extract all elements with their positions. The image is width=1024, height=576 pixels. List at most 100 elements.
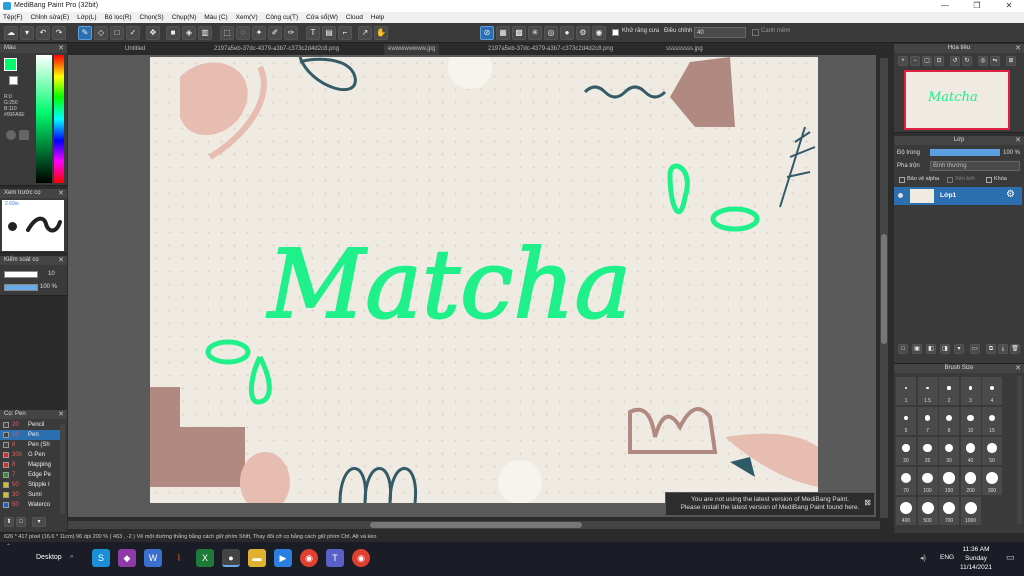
brush-size-cell[interactable]: 8 xyxy=(939,407,959,435)
close-button[interactable]: ✕ xyxy=(994,0,1024,12)
brush-size-cell[interactable]: 15 xyxy=(982,407,1002,435)
zoom-app-icon[interactable]: ▶ xyxy=(274,549,292,567)
wifi-app-icon[interactable]: ⌇ xyxy=(170,549,188,567)
undo-icon[interactable]: ↶ xyxy=(36,26,50,40)
select-eraser-icon[interactable]: ✑ xyxy=(284,26,298,40)
brush-size-cell[interactable]: 1 xyxy=(896,377,916,405)
text-tool-icon[interactable]: T xyxy=(306,26,320,40)
new-canvas-icon[interactable]: ☁ xyxy=(4,26,18,40)
brush-size-cell[interactable]: 3 xyxy=(960,377,981,405)
layer-add-menu-icon[interactable]: ▾ xyxy=(954,344,964,354)
adjust-select[interactable]: 40 xyxy=(694,27,746,38)
tab-untitled[interactable]: Untitled xyxy=(121,44,149,55)
layer-opacity-slider[interactable] xyxy=(930,149,1000,156)
brush-opacity-slider[interactable] xyxy=(4,284,38,291)
brush-size-cell[interactable]: 100 xyxy=(917,467,938,495)
menu-select[interactable]: Chọn(S) xyxy=(137,12,167,23)
flip-icon[interactable]: ⇋ xyxy=(990,56,1000,66)
dot-tool-icon[interactable]: □ xyxy=(110,26,124,40)
menu-view[interactable]: Xem(V) xyxy=(233,12,261,23)
select-check-icon[interactable]: ✓ xyxy=(126,26,140,40)
brush-size-cell[interactable]: 20 xyxy=(896,437,916,465)
delete-layer-icon[interactable]: 🗑 xyxy=(1010,344,1020,354)
brush-size-cell[interactable]: 200 xyxy=(960,467,981,495)
app-purple-icon[interactable]: ◆ xyxy=(118,549,136,567)
panel-close-icon[interactable]: ✕ xyxy=(1015,44,1021,53)
brush-size-cell[interactable]: 2 xyxy=(939,377,959,405)
minimize-button[interactable]: — xyxy=(930,0,960,12)
menu-layer[interactable]: Lớp(L) xyxy=(74,12,99,23)
magic-wand-icon[interactable]: ✦ xyxy=(252,26,266,40)
menu-help[interactable]: Help xyxy=(368,12,387,23)
drawing-canvas[interactable]: Matcha xyxy=(150,57,818,503)
new-brush-icon[interactable]: □ xyxy=(16,517,26,527)
actual-size-icon[interactable]: ⊡ xyxy=(934,56,944,66)
menu-filter[interactable]: Bộ lọc(R) xyxy=(101,12,134,23)
pen-tool-icon[interactable]: ✎ xyxy=(78,26,92,40)
snap-parallel-icon[interactable]: ▦ xyxy=(496,26,510,40)
new-1bit-layer-icon[interactable]: ◨ xyxy=(940,344,950,354)
brush-size-cell[interactable]: 70 xyxy=(896,467,916,495)
canvas-vertical-scrollbar[interactable] xyxy=(880,58,888,518)
folder-icon[interactable]: ▭ xyxy=(970,344,980,354)
operation-icon[interactable]: ↗ xyxy=(358,26,372,40)
gradient-icon[interactable]: ▥ xyxy=(198,26,212,40)
select-pen-icon[interactable]: ✐ xyxy=(268,26,282,40)
new-layer-icon[interactable]: □ xyxy=(898,344,908,354)
brush-size-slider[interactable] xyxy=(4,271,38,278)
brush-size-cell[interactable]: 150 xyxy=(939,467,959,495)
panel-close-icon[interactable]: ✕ xyxy=(1015,364,1021,373)
brush-list-item[interactable]: 50 Waterco xyxy=(0,500,60,510)
snap-off-icon[interactable]: ⊘ xyxy=(480,26,494,40)
toolbar-expand-icon[interactable]: » xyxy=(70,554,73,560)
alpha-protect-checkbox[interactable] xyxy=(899,177,905,183)
brush-list-item[interactable]: 50 Stipple I xyxy=(0,480,60,490)
visibility-eye-icon[interactable] xyxy=(898,193,903,198)
panel-close-icon[interactable]: ✕ xyxy=(58,189,64,198)
brush-size-cell[interactable]: 400 xyxy=(896,497,916,525)
brush-size-cell[interactable]: 25 xyxy=(917,437,938,465)
bucket-icon[interactable]: ◈ xyxy=(182,26,196,40)
lasso-icon[interactable]: ◌ xyxy=(236,26,250,40)
menu-file[interactable]: Tệp(F) xyxy=(0,12,26,23)
brush-menu-icon[interactable]: ▾ xyxy=(32,517,46,527)
foreground-color-swatch[interactable] xyxy=(4,58,17,71)
brush-size-cell[interactable]: 40 xyxy=(960,437,981,465)
merge-layer-icon[interactable]: ⤓ xyxy=(998,344,1008,354)
menu-tools[interactable]: Công cụ(T) xyxy=(263,12,302,23)
new-halftone-layer-icon[interactable]: ▣ xyxy=(912,344,922,354)
fit-icon[interactable]: ▢ xyxy=(922,56,932,66)
snap-grid-icon[interactable]: ▩ xyxy=(512,26,526,40)
brush-size-cell[interactable]: 300 xyxy=(982,467,1002,495)
file-explorer-icon[interactable]: ▬ xyxy=(248,549,266,567)
clip-checkbox[interactable] xyxy=(947,177,953,183)
brightness-slider[interactable] xyxy=(36,55,52,183)
desktop-label[interactable]: Desktop xyxy=(36,554,62,561)
rotate-left-icon[interactable]: ↺ xyxy=(950,56,960,66)
lock-checkbox[interactable] xyxy=(986,177,992,183)
notice-close-icon[interactable]: ⊠ xyxy=(864,499,871,507)
navigator-thumbnail[interactable]: Matcha xyxy=(904,70,1010,130)
maximize-button[interactable]: ❐ xyxy=(962,0,992,12)
antialias-checkbox[interactable] xyxy=(612,29,619,36)
brush-list-item[interactable]: 300 G Pen xyxy=(0,450,60,460)
brush-size-cell[interactable]: 10 xyxy=(960,407,981,435)
add-brush-icon[interactable]: ⬆ xyxy=(4,517,14,527)
rotate-right-icon[interactable]: ↻ xyxy=(962,56,972,66)
snap-perspective-icon[interactable]: ◉ xyxy=(592,26,606,40)
eraser-tool-icon[interactable]: ◇ xyxy=(94,26,108,40)
brush-list-item[interactable]: 30 Sumi xyxy=(0,490,60,500)
redo-icon[interactable]: ↷ xyxy=(52,26,66,40)
panel-close-icon[interactable]: ✕ xyxy=(1015,136,1021,145)
color-wheel-icon[interactable] xyxy=(6,130,16,140)
tab-image-4[interactable]: sssssssss.jpg xyxy=(662,44,707,55)
word-icon[interactable]: W xyxy=(144,549,162,567)
tab-image-1[interactable]: 2197a5eb-37dc-4379-a3b7-c373c2d4d2c8.png xyxy=(210,44,343,55)
blend-mode-select[interactable]: Bình thường xyxy=(930,161,1020,171)
hue-slider[interactable] xyxy=(54,55,64,183)
menu-capture[interactable]: Chụp(N) xyxy=(169,12,200,23)
divide-tool-icon[interactable]: ▤ xyxy=(322,26,336,40)
hand-tool-icon[interactable]: ✋ xyxy=(374,26,388,40)
skype-icon[interactable]: S xyxy=(92,549,110,567)
brush-list-item[interactable]: 20 Pencil xyxy=(0,420,60,430)
